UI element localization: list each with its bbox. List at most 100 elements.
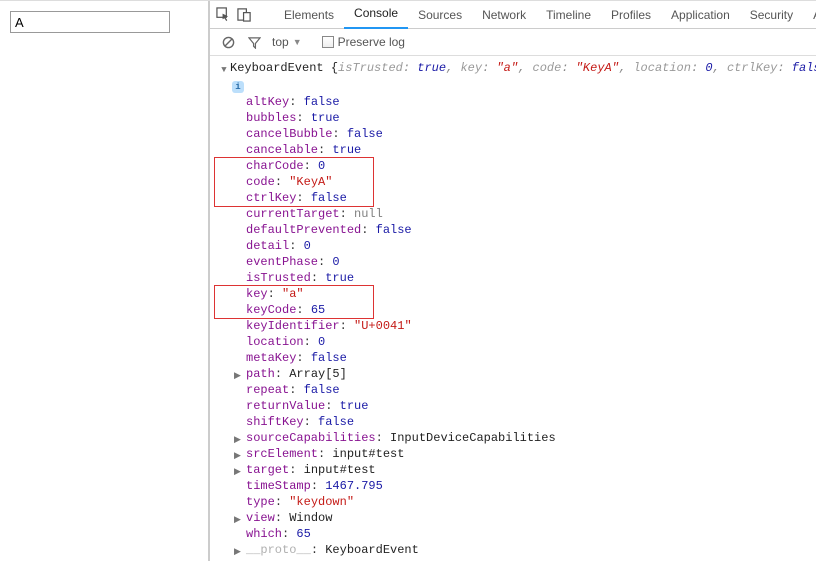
property-key: detail (246, 239, 289, 253)
property-row: repeat: false (246, 382, 816, 398)
inspect-element-icon[interactable] (216, 6, 231, 24)
property-key: bubbles (246, 111, 296, 125)
disclosure-triangle-icon[interactable]: ▶ (234, 432, 241, 448)
property-value: input#test (332, 447, 404, 461)
tab-console[interactable]: Console (344, 1, 408, 29)
disclosure-triangle-icon[interactable]: ▶ (234, 464, 241, 480)
object-class-name: KeyboardEvent (230, 61, 324, 75)
filter-icon[interactable] (246, 34, 262, 50)
tab-elements[interactable]: Elements (274, 1, 344, 29)
tab-application[interactable]: Application (661, 1, 740, 29)
page-pane (0, 1, 208, 561)
console-object-header[interactable]: ▼ KeyboardEvent {isTrusted: true, key: "… (218, 60, 816, 78)
disclosure-triangle-icon[interactable]: ▼ (218, 60, 230, 78)
property-value: null (354, 207, 383, 221)
property-key: isTrusted (246, 271, 311, 285)
info-icon[interactable]: i (232, 81, 244, 93)
object-properties: altKey: falsebubbles: truecancelBubble: … (218, 94, 816, 558)
property-row: key: "a" (246, 286, 816, 302)
execution-context-label: top (272, 35, 289, 49)
property-key: srcElement (246, 447, 318, 461)
property-value: false (347, 127, 383, 141)
property-row[interactable]: ▶view: Window (246, 510, 816, 526)
property-row[interactable]: ▶srcElement: input#test (246, 446, 816, 462)
property-key: location (246, 335, 304, 349)
property-value: true (340, 399, 369, 413)
toggle-device-icon[interactable] (237, 6, 252, 24)
devtools-panel: Elements Console Sources Network Timelin… (208, 1, 816, 561)
preserve-log-option[interactable]: Preserve log (322, 35, 405, 49)
property-value: true (325, 271, 354, 285)
property-row[interactable]: ▶path: Array[5] (246, 366, 816, 382)
page-text-input[interactable] (10, 11, 170, 33)
console-output[interactable]: ▼ KeyboardEvent {isTrusted: true, key: "… (210, 56, 816, 561)
property-row[interactable]: ▶__proto__: KeyboardEvent (246, 542, 816, 558)
tab-sources[interactable]: Sources (408, 1, 472, 29)
property-key: code (246, 175, 275, 189)
tab-timeline[interactable]: Timeline (536, 1, 601, 29)
property-key: keyCode (246, 303, 296, 317)
property-row: altKey: false (246, 94, 816, 110)
property-value: 0 (304, 239, 311, 253)
property-value: false (304, 383, 340, 397)
property-key: altKey (246, 95, 289, 109)
tab-security[interactable]: Security (740, 1, 803, 29)
property-value: false (311, 351, 347, 365)
property-value: "a" (282, 287, 304, 301)
execution-context-selector[interactable]: top ▼ (272, 35, 302, 49)
property-row[interactable]: ▶sourceCapabilities: InputDeviceCapabili… (246, 430, 816, 446)
clear-console-icon[interactable] (220, 34, 236, 50)
disclosure-triangle-icon[interactable]: ▶ (234, 448, 241, 464)
chevron-down-icon: ▼ (293, 37, 302, 47)
property-row: eventPhase: 0 (246, 254, 816, 270)
property-key: ctrlKey (246, 191, 296, 205)
property-key: cancelable (246, 143, 318, 157)
preserve-log-checkbox[interactable] (322, 36, 334, 48)
property-value: "keydown" (289, 495, 354, 509)
property-key: path (246, 367, 275, 381)
property-key: type (246, 495, 275, 509)
property-value: true (311, 111, 340, 125)
tab-audits[interactable]: Audits (803, 1, 816, 29)
property-value: 0 (318, 335, 325, 349)
property-key: eventPhase (246, 255, 318, 269)
property-key: keyIdentifier (246, 319, 340, 333)
property-key: sourceCapabilities (246, 431, 376, 445)
property-key: cancelBubble (246, 127, 332, 141)
property-key: which (246, 527, 282, 541)
property-key: timeStamp (246, 479, 311, 493)
property-value: Array[5] (289, 367, 347, 381)
property-key: returnValue (246, 399, 325, 413)
property-row: location: 0 (246, 334, 816, 350)
property-row: charCode: 0 (246, 158, 816, 174)
property-value: true (332, 143, 361, 157)
property-value: false (376, 223, 412, 237)
disclosure-triangle-icon[interactable]: ▶ (234, 368, 241, 384)
property-value: "KeyA" (289, 175, 332, 189)
property-value: Window (289, 511, 332, 525)
property-value: input#test (304, 463, 376, 477)
property-value: 0 (318, 159, 325, 173)
property-row: metaKey: false (246, 350, 816, 366)
property-key: shiftKey (246, 415, 304, 429)
disclosure-triangle-icon[interactable]: ▶ (234, 544, 241, 560)
property-row[interactable]: ▶target: input#test (246, 462, 816, 478)
property-row: timeStamp: 1467.795 (246, 478, 816, 494)
tab-profiles[interactable]: Profiles (601, 1, 661, 29)
property-value: "U+0041" (354, 319, 412, 333)
tab-network[interactable]: Network (472, 1, 536, 29)
property-row: cancelBubble: false (246, 126, 816, 142)
property-row: type: "keydown" (246, 494, 816, 510)
property-key: currentTarget (246, 207, 340, 221)
property-row: which: 65 (246, 526, 816, 542)
console-toolbar: top ▼ Preserve log (210, 29, 816, 56)
property-row: detail: 0 (246, 238, 816, 254)
property-row: keyCode: 65 (246, 302, 816, 318)
property-key: key (246, 287, 268, 301)
property-value: 65 (296, 527, 310, 541)
property-value: false (304, 95, 340, 109)
property-key: charCode (246, 159, 304, 173)
property-key: metaKey (246, 351, 296, 365)
property-value: false (311, 191, 347, 205)
disclosure-triangle-icon[interactable]: ▶ (234, 512, 241, 528)
